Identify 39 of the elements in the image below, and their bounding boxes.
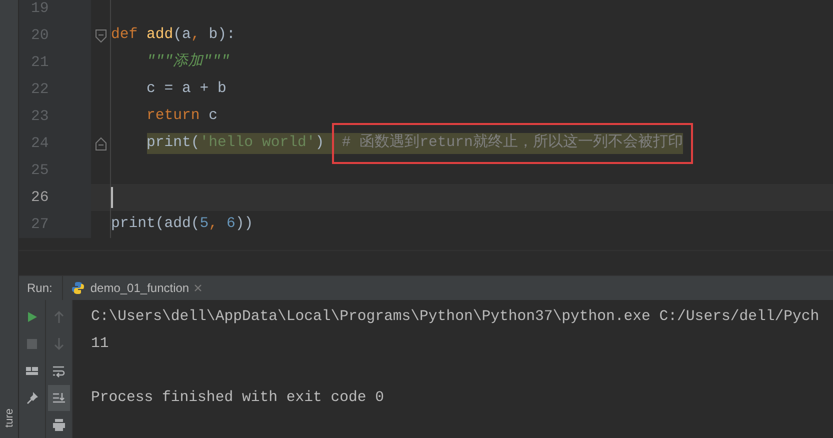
stop-icon bbox=[25, 337, 39, 351]
code-token: b): bbox=[208, 26, 236, 45]
annotated-code-comment: # 函数遇到return就终止，所以这一列不会被打印 bbox=[342, 133, 683, 154]
code-token: , bbox=[208, 215, 219, 234]
soft-wrap-icon bbox=[52, 364, 66, 378]
code-token: 'hello world' bbox=[200, 133, 316, 154]
sidebar-label[interactable]: ture bbox=[3, 408, 15, 428]
code-token: """添加""" bbox=[146, 52, 230, 72]
run-icon bbox=[25, 310, 39, 324]
console-output-line: 11 bbox=[91, 335, 110, 354]
text-caret bbox=[111, 187, 113, 208]
code-token: 6 bbox=[226, 215, 236, 234]
run-label: Run: bbox=[26, 281, 54, 295]
code-token: c = a + b bbox=[146, 80, 226, 99]
print-icon bbox=[52, 418, 66, 432]
code-token: print( bbox=[146, 133, 200, 154]
code-token: (a bbox=[173, 26, 191, 45]
code-token: )) bbox=[235, 215, 254, 234]
scroll-to-end-icon bbox=[52, 391, 66, 405]
code-token: print(add( bbox=[111, 215, 200, 234]
line-number: 26 bbox=[31, 190, 49, 206]
code-token: return bbox=[146, 107, 201, 126]
code-token: c bbox=[208, 107, 218, 126]
code-token: add bbox=[146, 26, 174, 45]
close-icon[interactable] bbox=[194, 284, 202, 292]
code-token: , bbox=[190, 26, 201, 45]
scroll-to-end-button[interactable] bbox=[48, 385, 70, 411]
python-icon bbox=[71, 281, 86, 295]
code-token: 5 bbox=[200, 215, 209, 234]
up-arrow-icon bbox=[52, 310, 66, 324]
layout-icon bbox=[25, 364, 39, 378]
pin-icon bbox=[25, 391, 39, 405]
fold-icon[interactable] bbox=[94, 136, 106, 150]
code-token: def bbox=[111, 26, 139, 45]
console-output-line: C:\Users\dell\AppData\Local\Programs\Python\Python37\python.exe C:/Users/dell/Pych bbox=[91, 308, 820, 327]
down-arrow-icon bbox=[52, 337, 66, 351]
code-token: ) bbox=[315, 133, 342, 154]
console-output-line: Process finished with exit code 0 bbox=[91, 389, 386, 408]
fold-icon[interactable] bbox=[94, 28, 106, 42]
